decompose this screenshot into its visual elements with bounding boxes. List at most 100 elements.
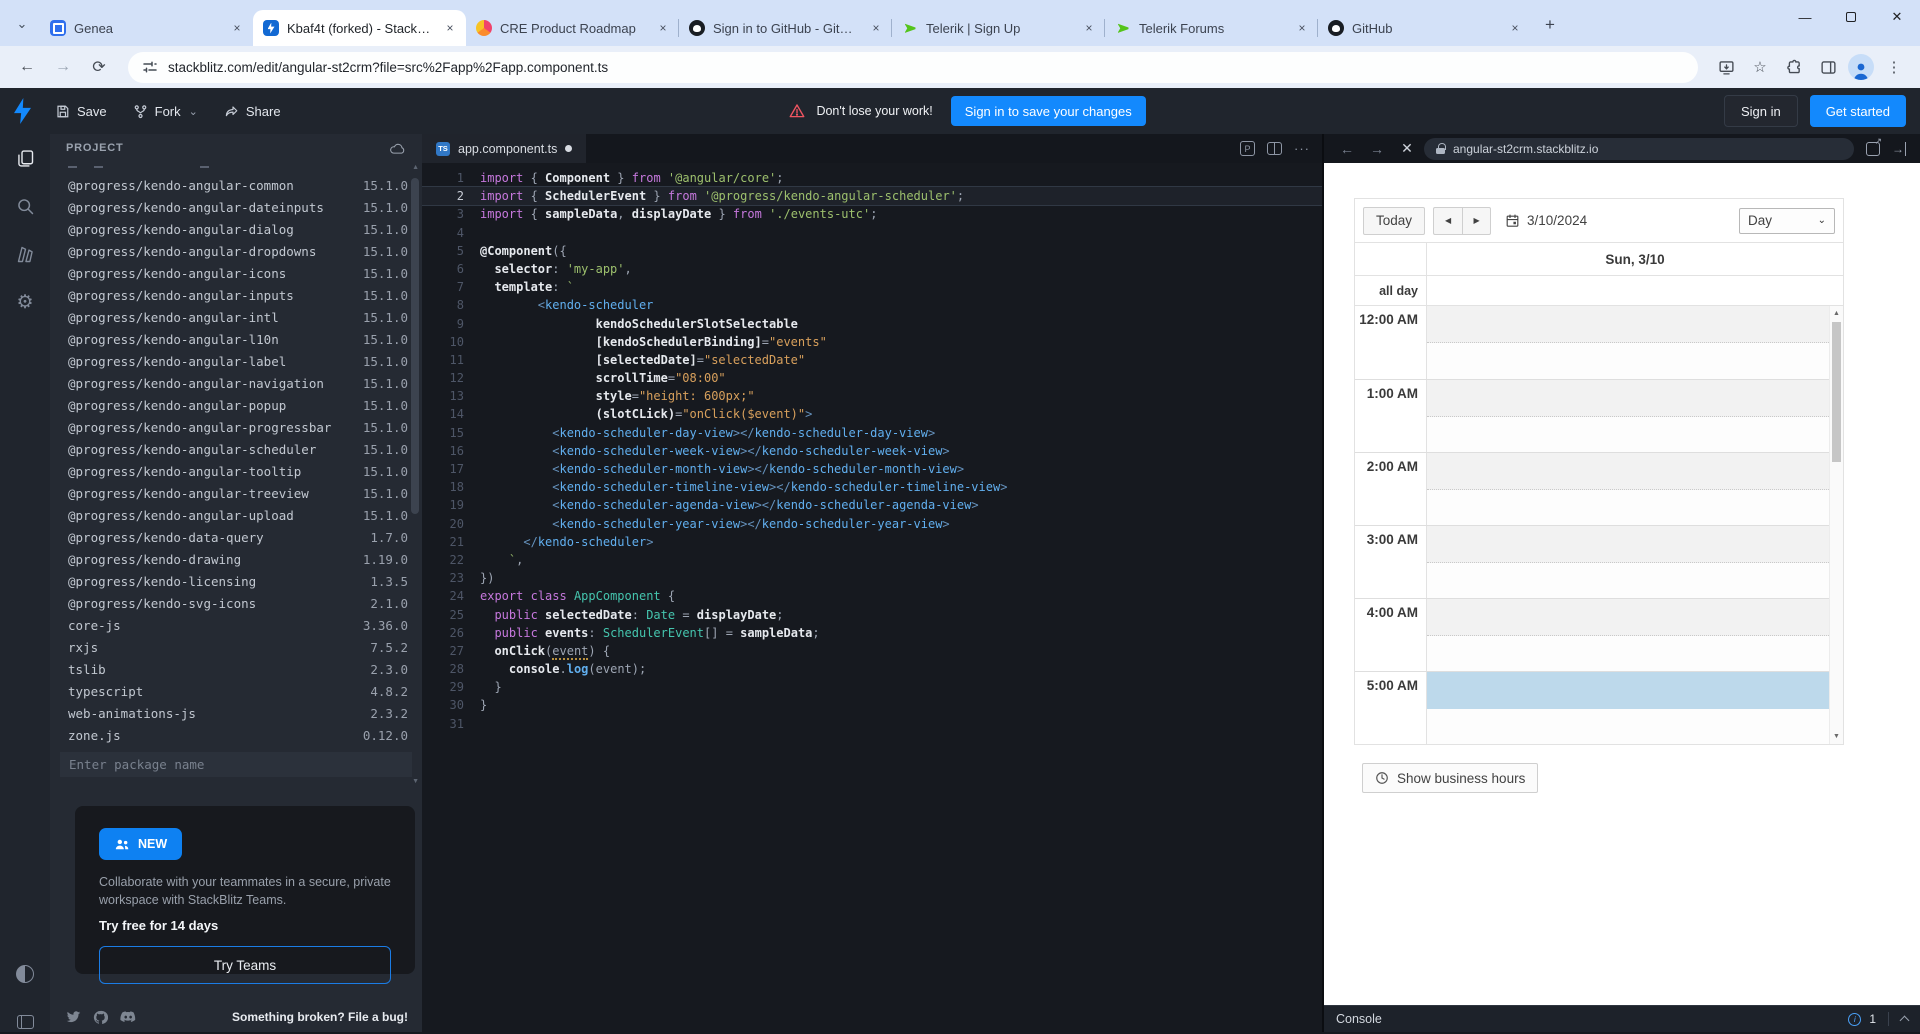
get-started-button[interactable]: Get started bbox=[1810, 95, 1906, 127]
tab-close-icon[interactable]: × bbox=[868, 20, 884, 36]
move-pane-icon[interactable]: → bbox=[1892, 142, 1906, 156]
package-item[interactable]: typescript4.8.2 bbox=[50, 680, 422, 702]
time-slot-bottom[interactable] bbox=[1427, 343, 1829, 379]
package-item[interactable]: zone.js0.12.0 bbox=[50, 724, 422, 746]
sidebar-scroll-down-icon[interactable]: ▼ bbox=[412, 778, 419, 785]
time-slot-top[interactable] bbox=[1427, 380, 1829, 417]
package-item[interactable]: @progress/kendo-angular-intl15.1.0 bbox=[50, 306, 422, 328]
time-slot-cell[interactable] bbox=[1427, 599, 1829, 671]
refresh-button[interactable]: ⟳ bbox=[84, 52, 114, 82]
package-item[interactable]: @progress/kendo-angular-common15.1.0 bbox=[50, 174, 422, 196]
package-item[interactable]: @progress/kendo-svg-icons2.1.0 bbox=[50, 592, 422, 614]
view-select[interactable]: Day ⌄ bbox=[1739, 208, 1835, 234]
package-item[interactable]: @progress/kendo-angular-l10n15.1.0 bbox=[50, 328, 422, 350]
package-item[interactable]: core-js3.36.0 bbox=[50, 614, 422, 636]
time-slot-cell[interactable] bbox=[1427, 380, 1829, 452]
fork-button[interactable]: Fork bbox=[133, 104, 181, 119]
side-panel-icon[interactable] bbox=[1814, 53, 1842, 81]
grid-scroll-up-icon[interactable]: ▲ bbox=[1830, 310, 1843, 317]
deploy-icon[interactable] bbox=[13, 242, 37, 266]
time-slot-cell[interactable] bbox=[1427, 306, 1829, 379]
try-teams-button[interactable]: Try Teams bbox=[99, 946, 391, 984]
package-item[interactable]: @progress/kendo-angular-upload15.1.0 bbox=[50, 504, 422, 526]
extensions-icon[interactable] bbox=[1780, 53, 1808, 81]
grid-scroll-thumb[interactable] bbox=[1832, 322, 1841, 462]
browser-tab[interactable]: Telerik | Sign Up× bbox=[892, 10, 1105, 46]
time-slot-cell[interactable] bbox=[1427, 526, 1829, 598]
time-slot-bottom[interactable] bbox=[1427, 709, 1829, 745]
prettier-icon[interactable]: P bbox=[1240, 141, 1255, 156]
theme-toggle-icon[interactable] bbox=[13, 962, 37, 986]
site-settings-icon[interactable] bbox=[142, 59, 158, 75]
forward-button[interactable]: → bbox=[48, 52, 78, 82]
tab-search-icon[interactable]: ⌄ bbox=[8, 10, 36, 38]
open-in-new-window-icon[interactable] bbox=[1866, 142, 1880, 156]
time-slot-bottom[interactable] bbox=[1427, 490, 1829, 526]
console-expand-icon[interactable] bbox=[1900, 1016, 1910, 1026]
browser-tab[interactable]: Telerik Forums× bbox=[1105, 10, 1318, 46]
preview-back-icon[interactable]: ← bbox=[1334, 141, 1360, 157]
fork-chevron-icon[interactable]: ⌄ bbox=[189, 105, 198, 118]
tab-close-icon[interactable]: × bbox=[442, 20, 458, 36]
back-button[interactable]: ← bbox=[12, 52, 42, 82]
package-item[interactable]: @progress/kendo-licensing1.3.5 bbox=[50, 570, 422, 592]
package-item[interactable]: @progress/kendo-angular-dialog15.1.0 bbox=[50, 218, 422, 240]
new-tab-button[interactable]: + bbox=[1537, 12, 1563, 38]
tab-close-icon[interactable]: × bbox=[1507, 20, 1523, 36]
install-app-icon[interactable] bbox=[1712, 53, 1740, 81]
prev-day-button[interactable]: ◀ bbox=[1433, 207, 1462, 235]
browser-tab[interactable]: Kbaf4t (forked) - StackBlitz× bbox=[253, 10, 466, 46]
show-business-hours-button[interactable]: Show business hours bbox=[1362, 763, 1538, 793]
package-item[interactable]: tslib2.3.0 bbox=[50, 658, 422, 680]
selected-time-slot[interactable] bbox=[1427, 672, 1829, 709]
settings-gear-icon[interactable]: ⚙ bbox=[13, 290, 37, 314]
package-item[interactable]: @progress/kendo-data-query1.7.0 bbox=[50, 526, 422, 548]
browser-tab[interactable]: GitHub× bbox=[1318, 10, 1531, 46]
cloud-download-icon[interactable] bbox=[389, 141, 406, 156]
restore-button[interactable] bbox=[1828, 0, 1874, 34]
editor-tab-app-component[interactable]: TS app.component.ts bbox=[422, 134, 586, 163]
share-button[interactable]: Share bbox=[224, 104, 281, 119]
layout-panel-icon[interactable] bbox=[13, 1010, 37, 1034]
close-window-button[interactable]: ✕ bbox=[1874, 0, 1920, 34]
preview-url-bar[interactable]: angular-st2crm.stackblitz.io bbox=[1424, 138, 1854, 160]
discord-icon[interactable] bbox=[120, 1011, 136, 1023]
package-item[interactable]: @progress/kendo-angular-progressbar15.1.… bbox=[50, 416, 422, 438]
sign-in-banner-button[interactable]: Sign in to save your changes bbox=[951, 96, 1146, 126]
scheduler-date-picker[interactable]: 3/10/2024 bbox=[1505, 213, 1587, 228]
preview-close-icon[interactable]: ✕ bbox=[1394, 140, 1420, 157]
package-item[interactable]: @progress/kendo-angular-inputs15.1.0 bbox=[50, 284, 422, 306]
package-name-input[interactable] bbox=[60, 752, 412, 777]
tab-close-icon[interactable]: × bbox=[1294, 20, 1310, 36]
editor-more-icon[interactable]: ··· bbox=[1294, 141, 1310, 156]
grid-scrollbar[interactable]: ▲ ▼ bbox=[1829, 306, 1843, 744]
code-area[interactable]: 1import { Component } from '@angular/cor… bbox=[422, 163, 1322, 733]
package-item[interactable]: @progress/kendo-angular-tooltip15.1.0 bbox=[50, 460, 422, 482]
file-bug-link[interactable]: Something broken? File a bug! bbox=[232, 1010, 408, 1024]
browser-tab[interactable]: Genea× bbox=[40, 10, 253, 46]
profile-avatar[interactable] bbox=[1848, 54, 1874, 80]
sidebar-scroll-up-icon[interactable]: ▲ bbox=[412, 164, 419, 171]
time-slot-bottom[interactable] bbox=[1427, 636, 1829, 672]
tab-close-icon[interactable]: × bbox=[1081, 20, 1097, 36]
tab-close-icon[interactable]: × bbox=[229, 20, 245, 36]
time-slot-bottom[interactable] bbox=[1427, 417, 1829, 453]
save-button[interactable]: Save bbox=[55, 104, 107, 119]
stackblitz-logo-icon[interactable] bbox=[14, 98, 31, 124]
package-item[interactable]: @progress/kendo-angular-popup15.1.0 bbox=[50, 394, 422, 416]
package-item[interactable]: @progress/kendo-angular-treeview15.1.0 bbox=[50, 482, 422, 504]
search-icon[interactable] bbox=[13, 194, 37, 218]
tab-close-icon[interactable]: × bbox=[655, 20, 671, 36]
today-button[interactable]: Today bbox=[1363, 207, 1425, 235]
time-slot-top[interactable] bbox=[1427, 453, 1829, 490]
browser-tab[interactable]: Sign in to GitHub - GitHub× bbox=[679, 10, 892, 46]
time-slot-cell[interactable] bbox=[1427, 453, 1829, 525]
package-item[interactable]: @progress/kendo-angular-dropdowns15.1.0 bbox=[50, 240, 422, 262]
time-slot-cell[interactable] bbox=[1427, 672, 1829, 744]
browser-tab[interactable]: CRE Product Roadmap× bbox=[466, 10, 679, 46]
package-item[interactable]: @progress/kendo-angular-icons15.1.0 bbox=[50, 262, 422, 284]
preview-forward-icon[interactable]: → bbox=[1364, 141, 1390, 157]
browser-menu-icon[interactable]: ⋮ bbox=[1880, 53, 1908, 81]
time-slot-bottom[interactable] bbox=[1427, 563, 1829, 599]
package-item[interactable]: @progress/kendo-angular-label15.1.0 bbox=[50, 350, 422, 372]
